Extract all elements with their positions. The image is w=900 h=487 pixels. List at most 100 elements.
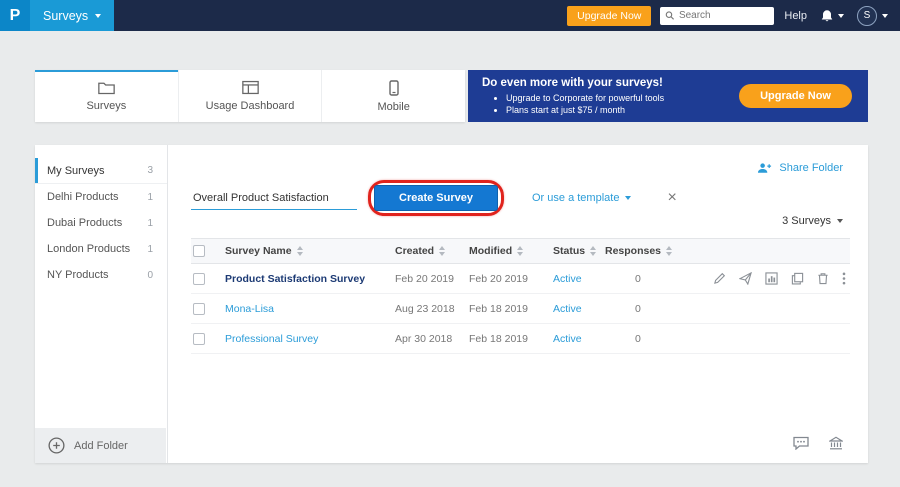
tab-surveys-label: Surveys <box>86 100 126 112</box>
upgrade-promo-banner: Do even more with your surveys! Upgrade … <box>468 70 868 122</box>
surveys-app-menu[interactable]: Surveys <box>30 0 114 31</box>
survey-name-link[interactable]: Professional Survey <box>225 333 395 345</box>
header-survey-name-label: Survey Name <box>225 245 292 257</box>
chevron-down-icon <box>625 196 631 200</box>
row-check-cell <box>191 333 225 345</box>
help-link[interactable]: Help <box>784 10 807 22</box>
create-survey-button[interactable]: Create Survey <box>374 185 498 211</box>
section-tabs: Surveys Usage Dashboard Mobile <box>35 70 465 122</box>
responses-cell: 0 <box>605 273 677 285</box>
responses-cell: 0 <box>605 333 677 345</box>
responses-cell: 0 <box>605 303 677 315</box>
edit-pencil-icon[interactable] <box>713 272 726 285</box>
folder-count: 1 <box>147 192 153 203</box>
sort-icon <box>590 246 597 256</box>
header-created-label: Created <box>395 245 434 257</box>
folder-count: 1 <box>147 218 153 229</box>
app-window: P Surveys Upgrade Now Help S Surveys <box>0 0 900 487</box>
header-status[interactable]: Status <box>553 245 605 257</box>
folder-count: 1 <box>147 244 153 255</box>
modified-cell: Feb 18 2019 <box>469 303 553 315</box>
table-row: Professional Survey Apr 30 2018 Feb 18 2… <box>191 324 850 354</box>
promo-bullets: Upgrade to Corporate for powerful tools … <box>482 92 739 116</box>
created-cell: Feb 20 2019 <box>395 273 469 285</box>
row-checkbox[interactable] <box>193 273 205 285</box>
dashboard-icon <box>242 80 259 95</box>
sidebar-item-london-products[interactable]: London Products 1 <box>35 236 167 262</box>
sidebar-item-dubai-products[interactable]: Dubai Products 1 <box>35 210 167 236</box>
create-survey-row: Create Survey Or use a template × <box>191 179 848 217</box>
tab-surveys[interactable]: Surveys <box>35 70 179 122</box>
status-cell: Active <box>553 333 605 345</box>
share-folder-icon <box>757 162 772 174</box>
send-icon[interactable] <box>739 272 752 285</box>
survey-bank-icon[interactable] <box>829 436 843 450</box>
promo-bullet: Plans start at just $75 / month <box>506 104 739 116</box>
use-template-label: Or use a template <box>532 192 619 204</box>
search-box[interactable] <box>660 7 774 25</box>
share-folder-label: Share Folder <box>779 162 843 174</box>
survey-name-link[interactable]: Mona-Lisa <box>225 303 395 315</box>
notifications-menu[interactable] <box>820 9 844 23</box>
use-template-link[interactable]: Or use a template <box>532 192 631 204</box>
surveys-count-label: 3 Surveys <box>782 215 831 227</box>
mobile-icon <box>389 80 399 96</box>
app-logo: P <box>0 0 30 31</box>
survey-name-input[interactable] <box>191 187 357 210</box>
surveys-app-menu-label: Surveys <box>43 9 88 23</box>
chevron-down-icon <box>837 219 843 223</box>
sort-icon <box>517 246 524 256</box>
header-survey-name[interactable]: Survey Name <box>225 245 395 257</box>
close-icon[interactable]: × <box>667 190 676 206</box>
promo-text: Do even more with your surveys! Upgrade … <box>468 77 739 116</box>
table-row: Product Satisfaction Survey Feb 20 2019 … <box>191 264 850 294</box>
folder-count: 0 <box>147 270 153 281</box>
header-created[interactable]: Created <box>395 245 469 257</box>
surveys-panel: Share Folder Create Survey Or use a temp… <box>169 145 868 463</box>
folder-name: Delhi Products <box>47 191 119 203</box>
trash-icon[interactable] <box>817 272 829 285</box>
share-folder-button[interactable]: Share Folder <box>757 162 843 174</box>
copy-icon[interactable] <box>791 272 804 285</box>
report-chart-icon[interactable] <box>765 272 778 285</box>
sidebar-item-ny-products[interactable]: NY Products 0 <box>35 262 167 288</box>
topbar-upgrade-button[interactable]: Upgrade Now <box>567 6 651 26</box>
folder-name: Dubai Products <box>47 217 122 229</box>
row-check-cell <box>191 273 225 285</box>
promo-bullet: Upgrade to Corporate for powerful tools <box>506 92 739 104</box>
folder-name: NY Products <box>47 269 109 281</box>
folder-name: London Products <box>47 243 130 255</box>
row-checkbox[interactable] <box>193 333 205 345</box>
header-modified[interactable]: Modified <box>469 245 553 257</box>
sort-icon <box>439 246 446 256</box>
row-actions <box>677 272 850 285</box>
select-all-cell <box>191 245 225 257</box>
content-card: My Surveys 3 Delhi Products 1 Dubai Prod… <box>35 145 868 463</box>
promo-title: Do even more with your surveys! <box>482 77 739 89</box>
sidebar-item-my-surveys[interactable]: My Surveys 3 <box>35 158 167 184</box>
tab-usage-dashboard-label: Usage Dashboard <box>206 100 295 112</box>
plus-circle-icon <box>48 437 65 454</box>
header-responses[interactable]: Responses <box>605 245 677 257</box>
kebab-menu-icon[interactable] <box>842 272 846 285</box>
status-cell: Active <box>553 303 605 315</box>
panel-footer-icons <box>793 436 843 450</box>
chevron-down-icon <box>838 14 844 18</box>
add-folder-button[interactable]: Add Folder <box>35 428 166 463</box>
status-cell: Active <box>553 273 605 285</box>
surveys-count-dropdown[interactable]: 3 Surveys <box>782 215 843 227</box>
header-responses-label: Responses <box>605 245 661 257</box>
search-icon <box>665 10 675 21</box>
account-menu[interactable]: S <box>857 6 888 26</box>
select-all-checkbox[interactable] <box>193 245 205 257</box>
tab-mobile[interactable]: Mobile <box>322 70 465 122</box>
tab-usage-dashboard[interactable]: Usage Dashboard <box>179 70 323 122</box>
row-checkbox[interactable] <box>193 303 205 315</box>
search-input[interactable] <box>679 10 769 21</box>
sidebar-item-delhi-products[interactable]: Delhi Products 1 <box>35 184 167 210</box>
survey-name-link[interactable]: Product Satisfaction Survey <box>225 273 395 285</box>
sort-icon <box>666 246 673 256</box>
feedback-comment-icon[interactable] <box>793 436 809 450</box>
promo-upgrade-button[interactable]: Upgrade Now <box>739 84 852 108</box>
top-navigation-bar: P Surveys Upgrade Now Help S <box>0 0 900 31</box>
